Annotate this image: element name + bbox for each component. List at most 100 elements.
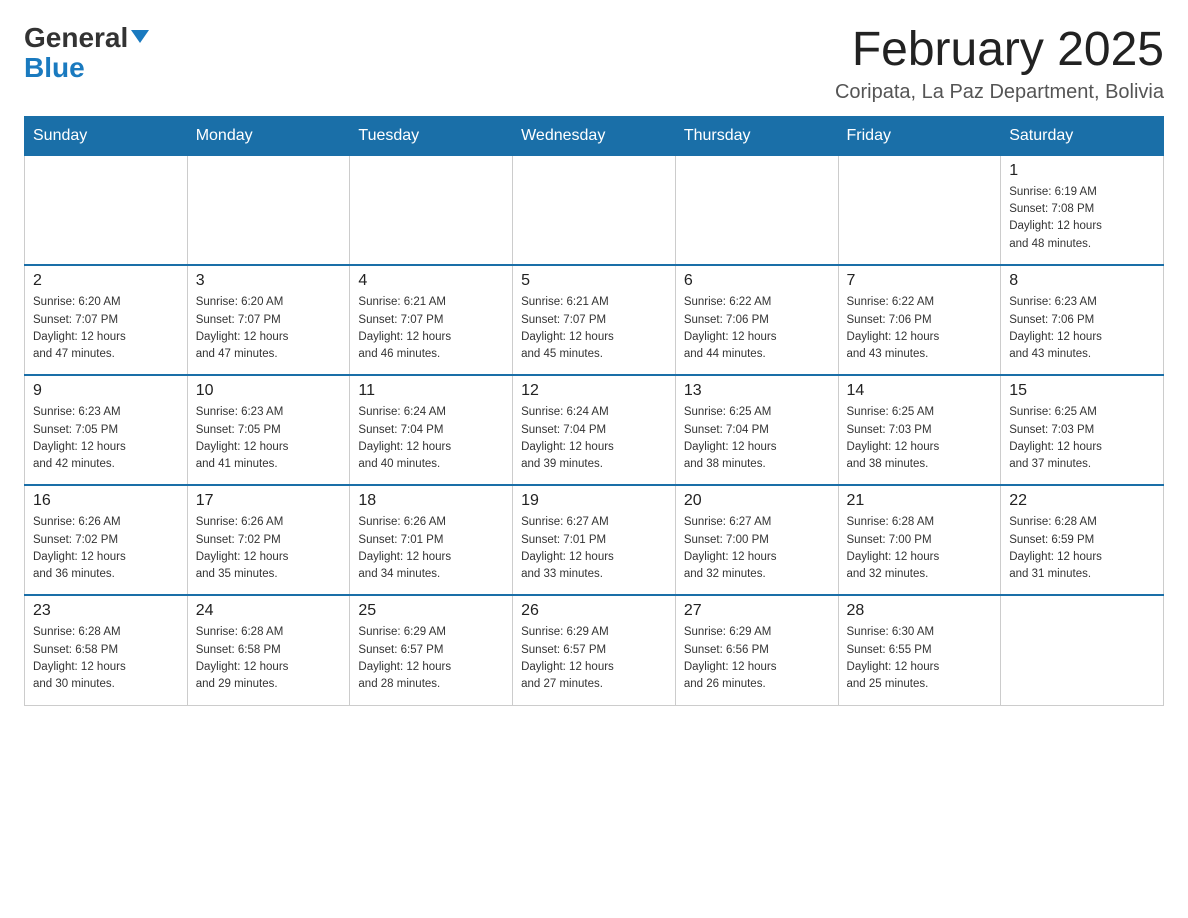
calendar-cell: 11Sunrise: 6:24 AM Sunset: 7:04 PM Dayli… [350,375,513,485]
day-info: Sunrise: 6:21 AM Sunset: 7:07 PM Dayligh… [521,294,667,363]
logo-text-2: Blue [24,52,85,84]
calendar-cell: 21 Sunrise: 6:28 AM Sunset: 7:00 PM Dayli… [838,485,1001,595]
calendar-cell: 15Sunrise: 6:25 AM Sunset: 7:03 PM Dayli… [1001,375,1164,485]
day-number: 19 [521,492,667,510]
header-tuesday: Tuesday [350,116,513,155]
calendar-cell: 14 Sunrise: 6:25 AM Sunset: 7:03 PM Dayli… [838,375,1001,485]
calendar-cell [675,155,838,265]
calendar-cell: 20 Sunrise: 6:27 AM Sunset: 7:00 PM Dayli… [675,485,838,595]
calendar-week-3: 9 Sunrise: 6:23 AM Sunset: 7:05 PM Daylig… [25,375,1164,485]
day-info: Sunrise: 6:23 AM Sunset: 7:06 PM Dayligh… [1009,294,1155,363]
calendar-cell [350,155,513,265]
calendar-cell [1001,595,1164,705]
day-info: Sunrise: 6:26 AM Sunset: 7:01 PM Dayligh… [358,514,504,583]
day-info: Sunrise: 6:24 AM Sunset: 7:04 PM Dayligh… [521,404,667,473]
day-info: Sunrise: 6:29 AM Sunset: 6:57 PM Dayligh… [358,624,504,693]
calendar-cell: 18 Sunrise: 6:26 AM Sunset: 7:01 PM Dayli… [350,485,513,595]
month-title: February 2025 [835,24,1164,77]
calendar-header-row: SundayMondayTuesdayWednesdayThursdayFrid… [25,116,1164,155]
calendar-cell: 2 Sunrise: 6:20 AM Sunset: 7:07 PM Daylig… [25,265,188,375]
calendar-cell: 1 Sunrise: 6:19 AM Sunset: 7:08 PM Daylig… [1001,155,1164,265]
calendar-cell: 5 Sunrise: 6:21 AM Sunset: 7:07 PM Daylig… [513,265,676,375]
day-number: 13 [684,382,830,400]
day-info: Sunrise: 6:19 AM Sunset: 7:08 PM Dayligh… [1009,184,1155,253]
logo-text-1: General [24,24,149,52]
day-number: 27 [684,602,830,620]
day-info: Sunrise: 6:27 AM Sunset: 7:01 PM Dayligh… [521,514,667,583]
calendar-week-1: 1 Sunrise: 6:19 AM Sunset: 7:08 PM Daylig… [25,155,1164,265]
day-info: Sunrise: 6:28 AM Sunset: 6:59 PM Dayligh… [1009,514,1155,583]
location-title: Coripata, La Paz Department, Bolivia [835,81,1164,104]
calendar-cell: 8 Sunrise: 6:23 AM Sunset: 7:06 PM Daylig… [1001,265,1164,375]
day-number: 21 [847,492,993,510]
day-info: Sunrise: 6:29 AM Sunset: 6:56 PM Dayligh… [684,624,830,693]
calendar-cell [838,155,1001,265]
day-number: 12 [521,382,667,400]
calendar-cell: 23Sunrise: 6:28 AM Sunset: 6:58 PM Dayli… [25,595,188,705]
header-wednesday: Wednesday [513,116,676,155]
day-number: 22 [1009,492,1155,510]
calendar-week-5: 23 Sunrise: 6:28 AM Sunset: 6:58 PM Dayli… [25,595,1164,705]
day-number: 8 [1009,272,1155,290]
day-info: Sunrise: 6:25 AM Sunset: 7:03 PM Dayligh… [847,404,993,473]
header-monday: Monday [187,116,350,155]
day-number: 25 [358,602,504,620]
day-info: Sunrise: 6:30 AM Sunset: 6:55 PM Dayligh… [847,624,993,693]
calendar-cell: 27 Sunrise: 6:29 AM Sunset: 6:56 PM Dayli… [675,595,838,705]
day-number: 11 [358,382,504,400]
logo: General Blue [24,24,149,84]
day-info: Sunrise: 6:20 AM Sunset: 7:07 PM Dayligh… [33,294,179,363]
day-info: Sunrise: 6:26 AM Sunset: 7:02 PM Dayligh… [33,514,179,583]
header-thursday: Thursday [675,116,838,155]
calendar-cell: 4 Sunrise: 6:21 AM Sunset: 7:07 PM Daylig… [350,265,513,375]
day-number: 18 [358,492,504,510]
day-info: Sunrise: 6:23 AM Sunset: 7:05 PM Dayligh… [196,404,342,473]
day-number: 2 [33,272,179,290]
day-number: 1 [1009,162,1155,180]
day-info: Sunrise: 6:25 AM Sunset: 7:04 PM Dayligh… [684,404,830,473]
calendar-week-2: 2 Sunrise: 6:20 AM Sunset: 7:07 PM Daylig… [25,265,1164,375]
day-info: Sunrise: 6:27 AM Sunset: 7:00 PM Dayligh… [684,514,830,583]
calendar-cell: 6Sunrise: 6:22 AM Sunset: 7:06 PM Daylig… [675,265,838,375]
calendar-cell: 22 Sunrise: 6:28 AM Sunset: 6:59 PM Dayli… [1001,485,1164,595]
page-header: General Blue February 2025 Coripata, La … [24,24,1164,104]
day-number: 15 [1009,382,1155,400]
header-friday: Friday [838,116,1001,155]
calendar-cell: 19 Sunrise: 6:27 AM Sunset: 7:01 PM Dayli… [513,485,676,595]
day-number: 23 [33,602,179,620]
day-number: 20 [684,492,830,510]
day-number: 3 [196,272,342,290]
day-number: 7 [847,272,993,290]
day-info: Sunrise: 6:23 AM Sunset: 7:05 PM Dayligh… [33,404,179,473]
day-number: 5 [521,272,667,290]
calendar-cell: 28 Sunrise: 6:30 AM Sunset: 6:55 PM Dayli… [838,595,1001,705]
calendar-cell: 7 Sunrise: 6:22 AM Sunset: 7:06 PM Daylig… [838,265,1001,375]
calendar-cell: 26 Sunrise: 6:29 AM Sunset: 6:57 PM Dayli… [513,595,676,705]
day-number: 28 [847,602,993,620]
day-info: Sunrise: 6:28 AM Sunset: 6:58 PM Dayligh… [196,624,342,693]
calendar-cell: 25 Sunrise: 6:29 AM Sunset: 6:57 PM Dayli… [350,595,513,705]
day-info: Sunrise: 6:28 AM Sunset: 7:00 PM Dayligh… [847,514,993,583]
calendar-cell [25,155,188,265]
header-sunday: Sunday [25,116,188,155]
calendar-cell: 16 Sunrise: 6:26 AM Sunset: 7:02 PM Dayli… [25,485,188,595]
day-info: Sunrise: 6:22 AM Sunset: 7:06 PM Dayligh… [847,294,993,363]
day-number: 14 [847,382,993,400]
calendar-cell: 12 Sunrise: 6:24 AM Sunset: 7:04 PM Dayli… [513,375,676,485]
day-number: 26 [521,602,667,620]
day-info: Sunrise: 6:26 AM Sunset: 7:02 PM Dayligh… [196,514,342,583]
day-info: Sunrise: 6:29 AM Sunset: 6:57 PM Dayligh… [521,624,667,693]
header-saturday: Saturday [1001,116,1164,155]
day-number: 9 [33,382,179,400]
day-number: 16 [33,492,179,510]
calendar-cell [513,155,676,265]
calendar-week-4: 16 Sunrise: 6:26 AM Sunset: 7:02 PM Dayli… [25,485,1164,595]
day-number: 4 [358,272,504,290]
day-number: 10 [196,382,342,400]
calendar-cell: 24Sunrise: 6:28 AM Sunset: 6:58 PM Dayli… [187,595,350,705]
day-number: 17 [196,492,342,510]
calendar-cell: 13 Sunrise: 6:25 AM Sunset: 7:04 PM Dayli… [675,375,838,485]
calendar-cell: 10 Sunrise: 6:23 AM Sunset: 7:05 PM Dayli… [187,375,350,485]
day-info: Sunrise: 6:21 AM Sunset: 7:07 PM Dayligh… [358,294,504,363]
calendar-cell [187,155,350,265]
